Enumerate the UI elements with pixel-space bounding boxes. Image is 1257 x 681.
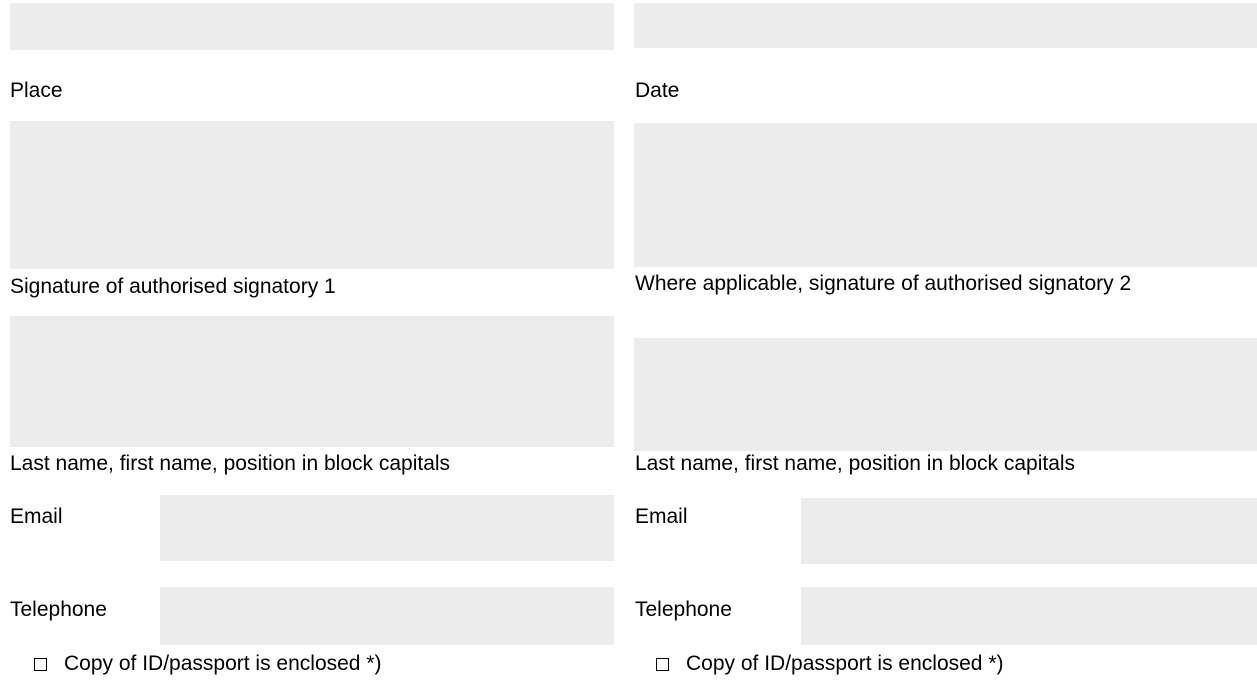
telephone-2-field[interactable] [801, 587, 1257, 645]
checkbox-icon[interactable] [656, 657, 669, 671]
email-1-label: Email [10, 505, 63, 528]
id-check-1-label: Copy of ID/passport is enclosed *) [64, 652, 382, 675]
telephone-2-label: Telephone [635, 598, 732, 621]
telephone-1-field[interactable] [160, 587, 614, 645]
checkbox-icon[interactable] [34, 657, 47, 671]
place-field[interactable] [10, 3, 614, 50]
id-check-2[interactable]: Copy of ID/passport is enclosed *) [656, 652, 1003, 676]
signature-1-field[interactable] [10, 121, 614, 269]
signature-1-label: Signature of authorised signatory 1 [10, 275, 336, 298]
id-check-1[interactable]: Copy of ID/passport is enclosed *) [34, 652, 381, 676]
name-2-field[interactable] [634, 338, 1257, 451]
date-field[interactable] [634, 3, 1257, 48]
telephone-1-label: Telephone [10, 598, 107, 621]
signature-2-field[interactable] [634, 123, 1257, 267]
name-2-label: Last name, first name, position in block… [635, 452, 1076, 475]
email-1-field[interactable] [160, 495, 614, 561]
email-2-field[interactable] [801, 498, 1257, 564]
name-1-field[interactable] [10, 316, 614, 447]
date-label: Date [635, 79, 680, 102]
signature-2-label: Where applicable, signature of authorise… [635, 272, 1132, 295]
id-check-2-label: Copy of ID/passport is enclosed *) [686, 652, 1004, 675]
email-2-label: Email [635, 505, 688, 528]
name-1-label: Last name, first name, position in block… [10, 452, 451, 475]
place-label: Place [10, 79, 63, 102]
